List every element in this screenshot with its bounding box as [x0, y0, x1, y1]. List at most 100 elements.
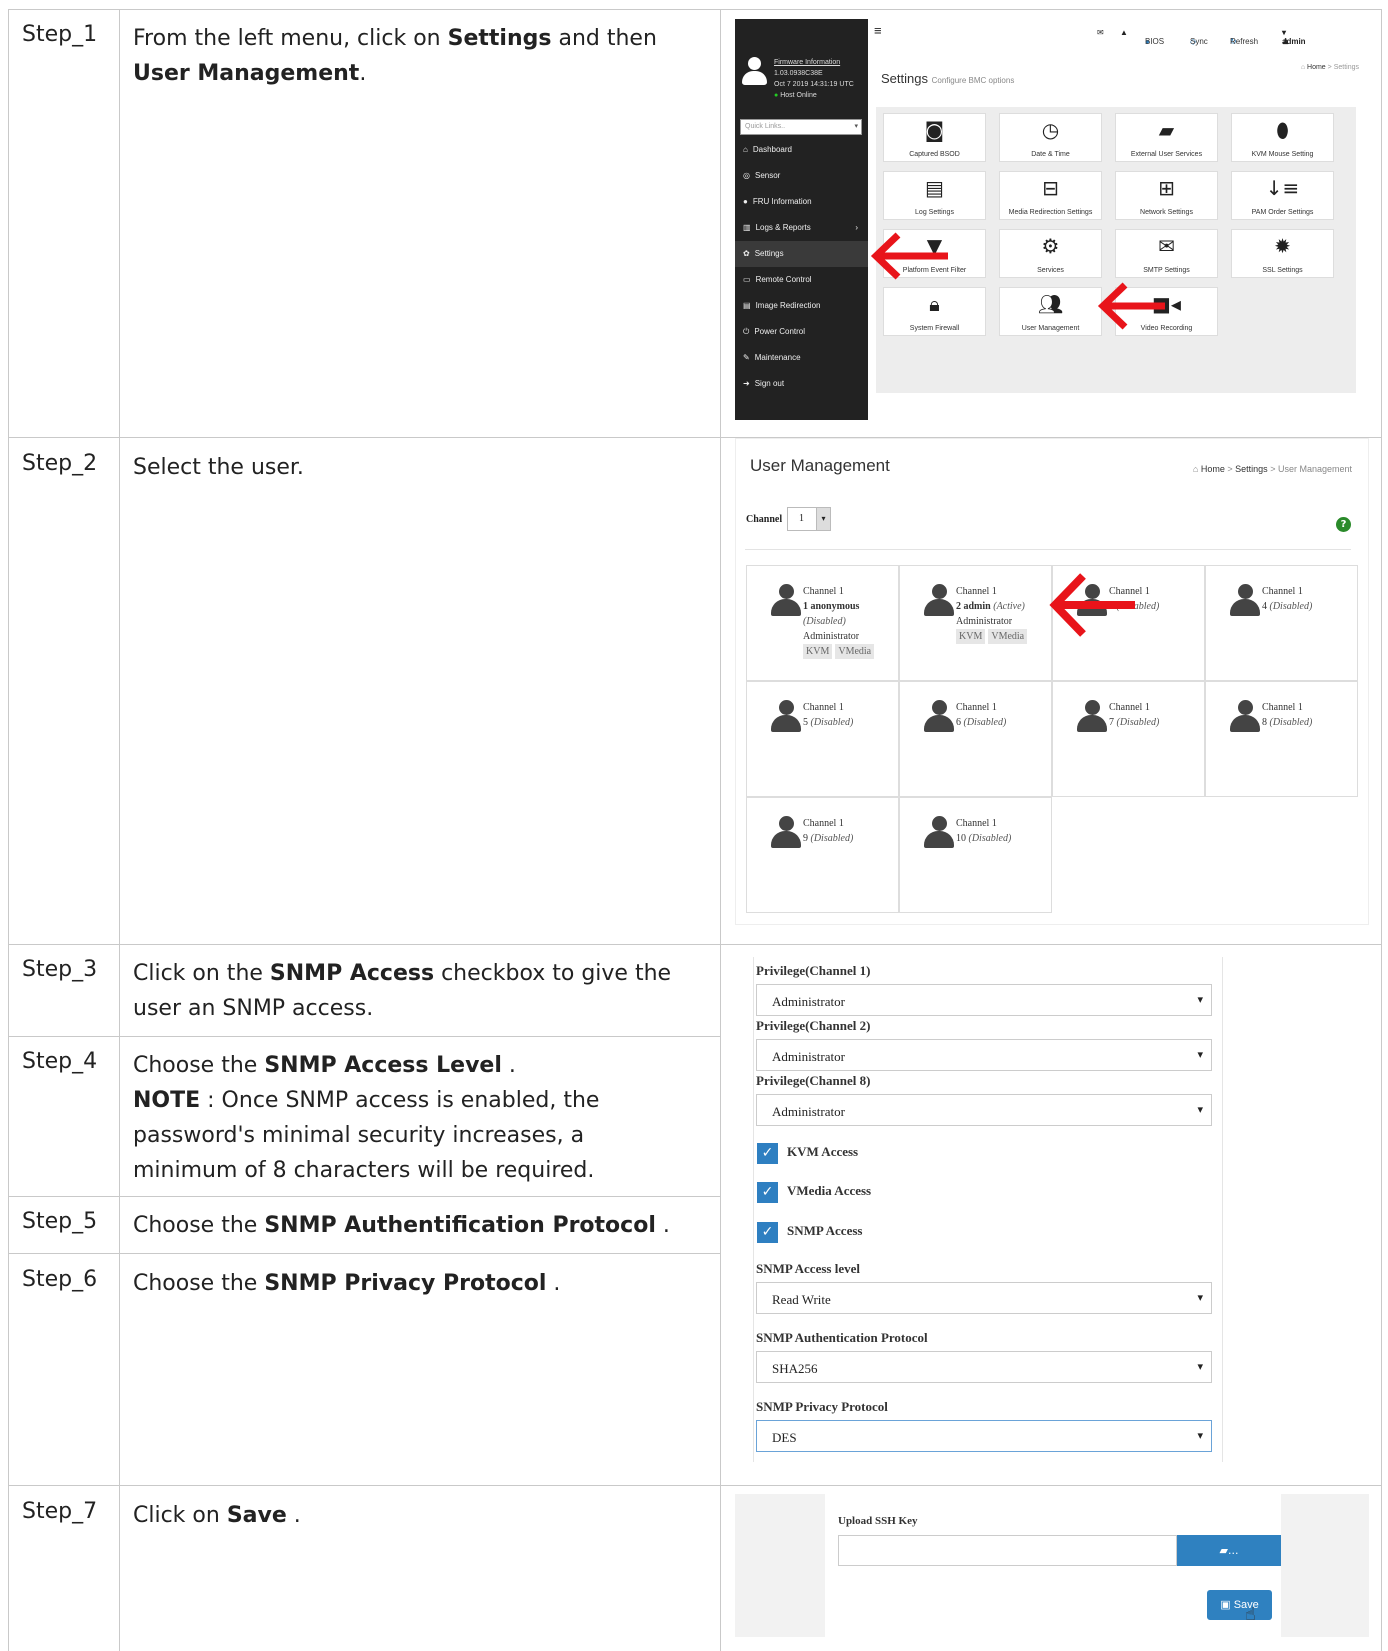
vmedia-access-label: VMedia Access: [787, 1183, 872, 1198]
step-1-text: From the left menu, click on Settings an…: [133, 26, 657, 86]
profile-avatar-icon: [741, 57, 767, 87]
drive-icon: ▤: [743, 301, 751, 310]
sort-icon: ↓≡: [1265, 176, 1300, 200]
ssh-key-input[interactable]: [838, 1535, 1177, 1566]
gear-icon: ✿: [743, 249, 750, 258]
step-6-text: Choose the SNMP Privacy Protocol .: [133, 1271, 561, 1296]
chevron-down-icon: ▾: [816, 508, 830, 530]
snmp-privacy-protocol-label: SNMP Privacy Protocol: [756, 1399, 888, 1414]
nav-sign-out[interactable]: ➜ Sign out: [735, 371, 868, 397]
save-panel: Upload SSH Key ▰... ▣ Save ☝: [825, 1494, 1281, 1637]
help-icon[interactable]: ?: [1336, 517, 1351, 532]
kvm-access-checkbox[interactable]: ✓: [757, 1143, 778, 1164]
step-7-label: Step_7: [22, 1499, 98, 1524]
tile-network-settings[interactable]: ⊞ Network Settings: [1115, 171, 1218, 220]
tile-captured-bsod[interactable]: ◙ Captured BSOD: [883, 113, 986, 162]
envelope-icon[interactable]: ✉: [1097, 28, 1104, 37]
channel-select[interactable]: 1 ▾: [787, 507, 831, 531]
home-icon: ⌂: [1300, 64, 1306, 71]
tile-media-redirection-settings[interactable]: ⊟ Media Redirection Settings: [999, 171, 1102, 220]
user-card-5[interactable]: Channel 15 (Disabled): [746, 681, 899, 797]
home-icon: ⌂: [1192, 464, 1199, 474]
firmware-version: 1.03.0938C38E: [774, 70, 823, 77]
breadcrumb: ⌂ Home > Settings > User Management: [1192, 464, 1352, 474]
user-card-4[interactable]: Channel 14 (Disabled): [1205, 565, 1358, 681]
step-5-label: Step_5: [22, 1209, 98, 1234]
tile-smtp-settings[interactable]: ✉ SMTP Settings: [1115, 229, 1218, 278]
nav-fru-information[interactable]: ● FRU Information: [735, 189, 868, 215]
vmedia-access-checkbox[interactable]: ✓: [757, 1182, 778, 1203]
hamburger-menu-icon[interactable]: ≡: [874, 23, 882, 38]
tile-user-management[interactable]: 👥︎ User Management: [999, 287, 1102, 336]
user-card-2[interactable]: Channel 12 admin (Active) Administrator KV…: [899, 565, 1052, 681]
save-button[interactable]: ▣ Save: [1207, 1590, 1272, 1620]
lock-icon: 🔒︎: [929, 292, 940, 316]
sidebar: Firmware Information 1.03.0938C38E Oct 7…: [735, 19, 868, 420]
red-arrow-user-select-icon: [1049, 573, 1135, 637]
nav-settings[interactable]: ✿ Settings: [735, 241, 868, 267]
privilege-channel-1-label: Privilege(Channel 1): [756, 963, 871, 978]
nav-image-redirection[interactable]: ▤ Image Redirection: [735, 293, 868, 319]
snmp-access-level-label: SNMP Access level: [756, 1261, 860, 1276]
user-card-8[interactable]: Channel 18 (Disabled): [1205, 681, 1358, 797]
nav-remote-control[interactable]: ▭ Remote Control: [735, 267, 868, 293]
step-3-text: Click on the SNMP Access checkbox to giv…: [133, 961, 672, 1021]
snmp-access-level-select[interactable]: Read Write: [756, 1282, 1212, 1314]
tile-kvm-mouse-setting[interactable]: ⬮ KVM Mouse Setting: [1231, 113, 1334, 162]
privilege-channel-2-select[interactable]: Administrator: [756, 1039, 1212, 1071]
envelope-icon: ✉: [1158, 234, 1175, 258]
quick-links-select[interactable]: Quick Links..: [740, 119, 862, 135]
tile-log-settings[interactable]: ▤ Log Settings: [883, 171, 986, 220]
user-card-6[interactable]: Channel 16 (Disabled): [899, 681, 1052, 797]
tile-pam-order-settings[interactable]: ↓≡ PAM Order Settings: [1231, 171, 1334, 220]
nav-sensor[interactable]: ◎ Sensor: [735, 163, 868, 189]
privilege-channel-2-label: Privilege(Channel 2): [756, 1018, 871, 1033]
tile-ssl-settings[interactable]: ✹ SSL Settings: [1231, 229, 1334, 278]
nav-power-control[interactable]: ⏻ Power Control: [735, 319, 868, 345]
tile-system-firewall[interactable]: 🔒︎ System Firewall: [883, 287, 986, 336]
firmware-link[interactable]: Firmware Information: [774, 59, 840, 66]
tile-date-time[interactable]: ◷ Date & Time: [999, 113, 1102, 162]
step-4-label: Step_4: [22, 1049, 98, 1074]
user-card-7[interactable]: Channel 17 (Disabled): [1052, 681, 1205, 797]
nav-logs-reports[interactable]: ▥ Logs & Reports ›: [735, 215, 868, 241]
snmp-access-checkbox[interactable]: ✓: [757, 1222, 778, 1243]
user-icon: [924, 816, 954, 848]
user-icon: [1230, 700, 1260, 732]
tile-services[interactable]: ⚙ Services: [999, 229, 1102, 278]
snmp-auth-protocol-select[interactable]: SHA256: [756, 1351, 1212, 1383]
step-2-label: Step_2: [22, 451, 98, 476]
save-screenshot: Upload SSH Key ▰... ▣ Save ☝: [735, 1494, 1369, 1637]
nav-maintenance[interactable]: ✎ Maintenance: [735, 345, 868, 371]
snmp-privacy-protocol-select[interactable]: DES: [756, 1420, 1212, 1452]
warning-icon[interactable]: ▲: [1120, 28, 1128, 37]
snmp-access-label: SNMP Access: [787, 1223, 863, 1238]
privilege-channel-1-select[interactable]: Administrator: [756, 984, 1212, 1016]
privilege-channel-8-label: Privilege(Channel 8): [756, 1073, 871, 1088]
privilege-channel-8-select[interactable]: Administrator: [756, 1094, 1212, 1126]
user-card-9[interactable]: Channel 19 (Disabled): [746, 797, 899, 913]
user-card-1[interactable]: Channel 11 anonymous (Disabled) Administra…: [746, 565, 899, 681]
user-menu[interactable]: ♟ admin ▾: [1282, 28, 1306, 46]
step-5-text: Choose the SNMP Authentification Protoco…: [133, 1213, 670, 1238]
cogs-icon: ⚙: [1041, 234, 1060, 258]
user-icon: [924, 584, 954, 616]
monitor-icon: ▭: [743, 275, 751, 284]
info-icon: ●: [743, 197, 748, 206]
user-card-10[interactable]: Channel 1 10 (Disabled): [899, 797, 1052, 913]
red-arrow-settings-icon: [870, 232, 948, 280]
page-title: User Management: [750, 456, 890, 475]
hdd-icon: ⊟: [1042, 176, 1059, 200]
sensor-icon: ◎: [743, 171, 750, 180]
user-icon: [1230, 584, 1260, 616]
divider: [745, 549, 1351, 550]
wrench-icon: ✎: [743, 353, 750, 362]
nav-dashboard[interactable]: ⌂ Dashboard: [735, 137, 868, 163]
power-icon: ⏻: [743, 327, 750, 336]
step-7-text: Click on Save .: [133, 1503, 301, 1528]
step-2-text: Select the user.: [133, 455, 304, 480]
step-4-text: Choose the SNMP Access Level . NOTE : Onc…: [133, 1053, 600, 1183]
chart-icon: ▥: [743, 223, 751, 232]
browse-button[interactable]: ▰...: [1177, 1535, 1281, 1566]
tile-external-user-services[interactable]: ▰ External User Services: [1115, 113, 1218, 162]
